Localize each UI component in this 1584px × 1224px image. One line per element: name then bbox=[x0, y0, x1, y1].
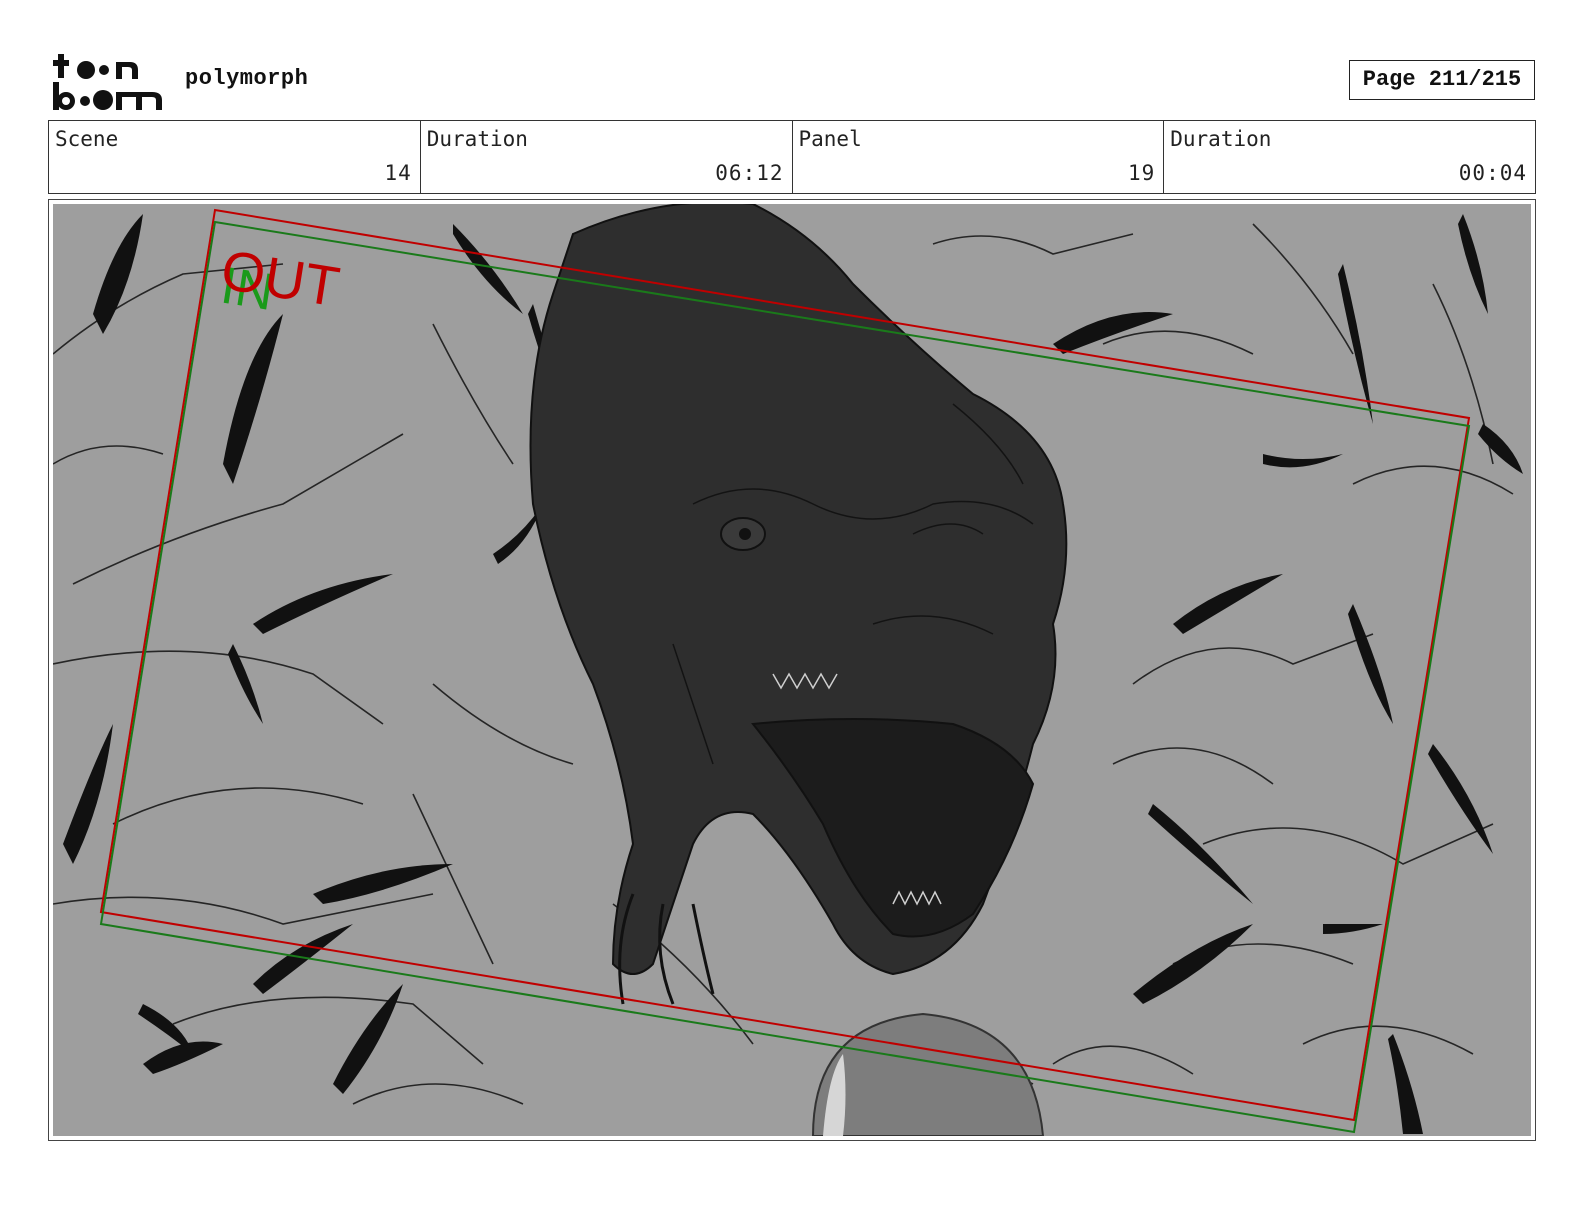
panel-label: Panel bbox=[798, 127, 862, 151]
scene-value: 14 bbox=[384, 161, 412, 185]
storyboard-panel: IN OUT bbox=[48, 199, 1536, 1141]
panel-info-bar: Scene 14 Duration 06:12 Panel 19 Duratio… bbox=[48, 120, 1536, 194]
panel-duration-label: Duration bbox=[1170, 127, 1272, 151]
page-indicator: Page 211/215 bbox=[1349, 60, 1535, 100]
panel-duration-cell: Duration 00:04 bbox=[1164, 121, 1535, 193]
scene-duration-value: 06:12 bbox=[715, 161, 784, 185]
panel-artwork: IN OUT bbox=[53, 204, 1531, 1136]
panel-duration-value: 00:04 bbox=[1458, 161, 1527, 185]
panel-value: 19 bbox=[1127, 161, 1156, 185]
scene-duration-cell: Duration 06:12 bbox=[421, 121, 793, 193]
scene-label: Scene bbox=[55, 127, 119, 151]
project-title: polymorph bbox=[185, 66, 309, 91]
panel-cell: Panel 19 bbox=[793, 121, 1165, 193]
scene-cell: Scene 14 bbox=[49, 121, 421, 193]
scene-duration-label: Duration bbox=[426, 127, 528, 151]
toon-boom-logo: toon bbox=[53, 54, 162, 110]
